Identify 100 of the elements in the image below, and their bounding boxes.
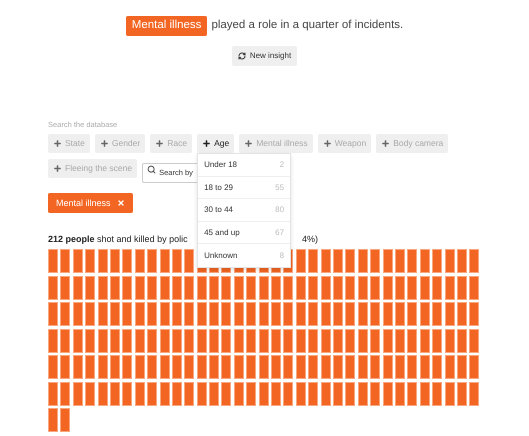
person-mark xyxy=(85,382,96,406)
person-mark xyxy=(98,302,108,326)
filter-chip[interactable]: State xyxy=(48,134,90,154)
person-mark xyxy=(172,355,182,380)
person-mark xyxy=(407,382,418,406)
menu-item-label[interactable]: 45 and up xyxy=(204,226,240,238)
person-mark xyxy=(196,276,207,300)
menu-item-label[interactable]: Unknown xyxy=(204,250,238,262)
person-mark xyxy=(234,302,244,326)
person-mark xyxy=(394,249,405,274)
person-mark xyxy=(469,328,480,353)
filter-chip[interactable]: Age xyxy=(197,134,234,154)
person-mark xyxy=(420,355,430,380)
person-mark xyxy=(394,302,405,326)
person-mark xyxy=(110,382,120,406)
person-mark xyxy=(184,328,194,353)
person-mark xyxy=(444,249,454,274)
person-mark xyxy=(271,355,282,380)
person-mark xyxy=(60,302,70,326)
person-mark xyxy=(296,249,306,274)
person-mark xyxy=(196,328,207,353)
filter-chip[interactable]: Gender xyxy=(94,134,146,154)
person-mark xyxy=(98,276,108,300)
person-mark xyxy=(48,328,58,353)
person-mark xyxy=(432,355,442,380)
person-mark xyxy=(345,382,356,406)
person-mark xyxy=(271,302,282,326)
person-mark xyxy=(48,276,58,300)
filter-chip[interactable]: Race xyxy=(150,134,192,154)
menu-item-count: 67 xyxy=(275,226,284,238)
person-mark xyxy=(85,355,96,380)
person-mark xyxy=(469,249,480,274)
plus-icon xyxy=(53,164,62,174)
person-mark xyxy=(358,249,368,274)
menu-item-count: 8 xyxy=(280,250,284,262)
person-mark xyxy=(234,276,244,300)
person-mark xyxy=(60,355,70,380)
person-mark xyxy=(420,382,430,406)
menu-item-label[interactable]: Under 18 xyxy=(204,159,237,171)
person-mark xyxy=(196,355,207,380)
person-mark xyxy=(296,328,306,353)
person-mark xyxy=(184,302,194,326)
person-mark xyxy=(382,249,393,274)
filter-chip[interactable]: Mental illness xyxy=(239,134,313,154)
active-filter-tag[interactable]: Mental illness xyxy=(48,193,133,214)
menu-item-label[interactable]: 18 to 29 xyxy=(204,182,233,194)
person-mark xyxy=(283,382,294,406)
person-mark xyxy=(345,328,356,353)
person-mark xyxy=(456,302,467,326)
person-mark xyxy=(246,276,256,300)
filter-chip[interactable]: Fleeing the scene xyxy=(48,159,138,178)
person-mark xyxy=(98,328,108,353)
person-mark xyxy=(444,302,454,326)
person-mark xyxy=(456,276,467,300)
person-mark xyxy=(283,302,294,326)
person-mark xyxy=(122,249,132,274)
person-mark xyxy=(98,355,108,380)
filter-chip[interactable]: Weapon xyxy=(318,134,372,154)
person-mark xyxy=(320,249,331,274)
person-mark xyxy=(48,408,58,432)
person-mark xyxy=(72,355,83,380)
person-mark xyxy=(407,355,418,380)
person-mark xyxy=(358,276,368,300)
person-mark xyxy=(469,382,480,406)
insight-tag: Mental illness xyxy=(126,16,208,36)
person-mark xyxy=(432,276,442,300)
plus-icon xyxy=(100,139,109,148)
person-mark xyxy=(221,328,232,353)
person-mark xyxy=(283,276,294,300)
person-mark xyxy=(246,302,256,326)
person-mark xyxy=(48,302,58,326)
refresh-icon xyxy=(238,52,246,60)
person-mark xyxy=(308,328,318,353)
person-mark xyxy=(370,276,380,300)
person-mark xyxy=(332,276,343,300)
person-mark xyxy=(234,355,244,380)
menu-item-count: 80 xyxy=(275,204,284,216)
person-mark xyxy=(110,302,120,326)
person-mark xyxy=(122,328,132,353)
person-mark xyxy=(407,276,418,300)
menu-item-label[interactable]: 30 to 44 xyxy=(204,204,233,216)
person-mark xyxy=(48,249,58,274)
person-mark xyxy=(98,382,108,406)
person-mark xyxy=(358,382,368,406)
person-mark xyxy=(172,249,182,274)
person-mark xyxy=(271,328,282,353)
filter-chip[interactable]: Body camera xyxy=(376,134,448,154)
person-mark xyxy=(160,382,170,406)
person-mark xyxy=(85,328,96,353)
person-mark xyxy=(258,328,269,353)
person-mark xyxy=(382,302,393,326)
new-insight-button[interactable]: New insight xyxy=(232,46,298,66)
person-mark xyxy=(209,355,220,380)
person-mark xyxy=(85,276,96,300)
person-mark xyxy=(320,328,331,353)
person-mark xyxy=(469,276,480,300)
person-mark xyxy=(60,276,70,300)
person-mark xyxy=(184,355,194,380)
result-summary: 212 people shot and killed by polic xyxy=(48,233,188,246)
person-mark xyxy=(382,355,393,380)
